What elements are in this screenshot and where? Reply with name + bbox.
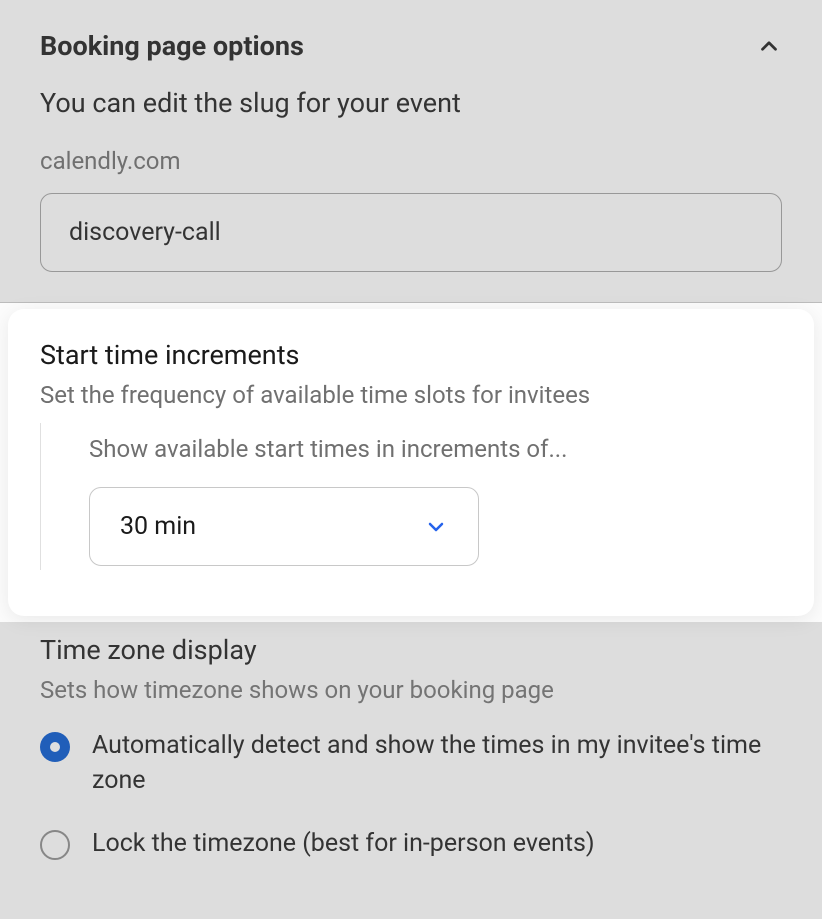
timezone-section: Time zone display Sets how timezone show… xyxy=(0,622,822,919)
increments-label: Show available start times in increments… xyxy=(89,435,782,463)
timezone-radio-lock[interactable]: Lock the timezone (best for in-person ev… xyxy=(40,826,782,861)
chevron-down-icon xyxy=(424,515,448,539)
dropdown-value: 30 min xyxy=(120,512,196,541)
chevron-up-icon[interactable] xyxy=(756,33,782,59)
booking-section: Booking page options You can edit the sl… xyxy=(0,0,822,303)
radio-auto-label: Automatically detect and show the times … xyxy=(92,728,782,798)
increments-title: Start time increments xyxy=(40,339,782,371)
slug-intro-text: You can edit the slug for your event xyxy=(40,87,782,119)
slug-domain-label: calendly.com xyxy=(40,147,782,175)
booking-section-title: Booking page options xyxy=(40,30,304,62)
slug-input[interactable] xyxy=(40,193,782,272)
radio-unselected-icon xyxy=(40,830,70,860)
increments-dropdown[interactable]: 30 min xyxy=(89,487,479,566)
radio-lock-label: Lock the timezone (best for in-person ev… xyxy=(92,826,595,861)
radio-selected-icon xyxy=(40,732,70,762)
increments-subtitle: Set the frequency of available time slot… xyxy=(40,381,782,409)
section-divider xyxy=(0,302,822,303)
timezone-subtitle: Sets how timezone shows on your booking … xyxy=(40,676,782,704)
timezone-radio-auto[interactable]: Automatically detect and show the times … xyxy=(40,728,782,798)
start-time-increments-card: Start time increments Set the frequency … xyxy=(8,309,814,616)
timezone-title: Time zone display xyxy=(40,634,782,666)
